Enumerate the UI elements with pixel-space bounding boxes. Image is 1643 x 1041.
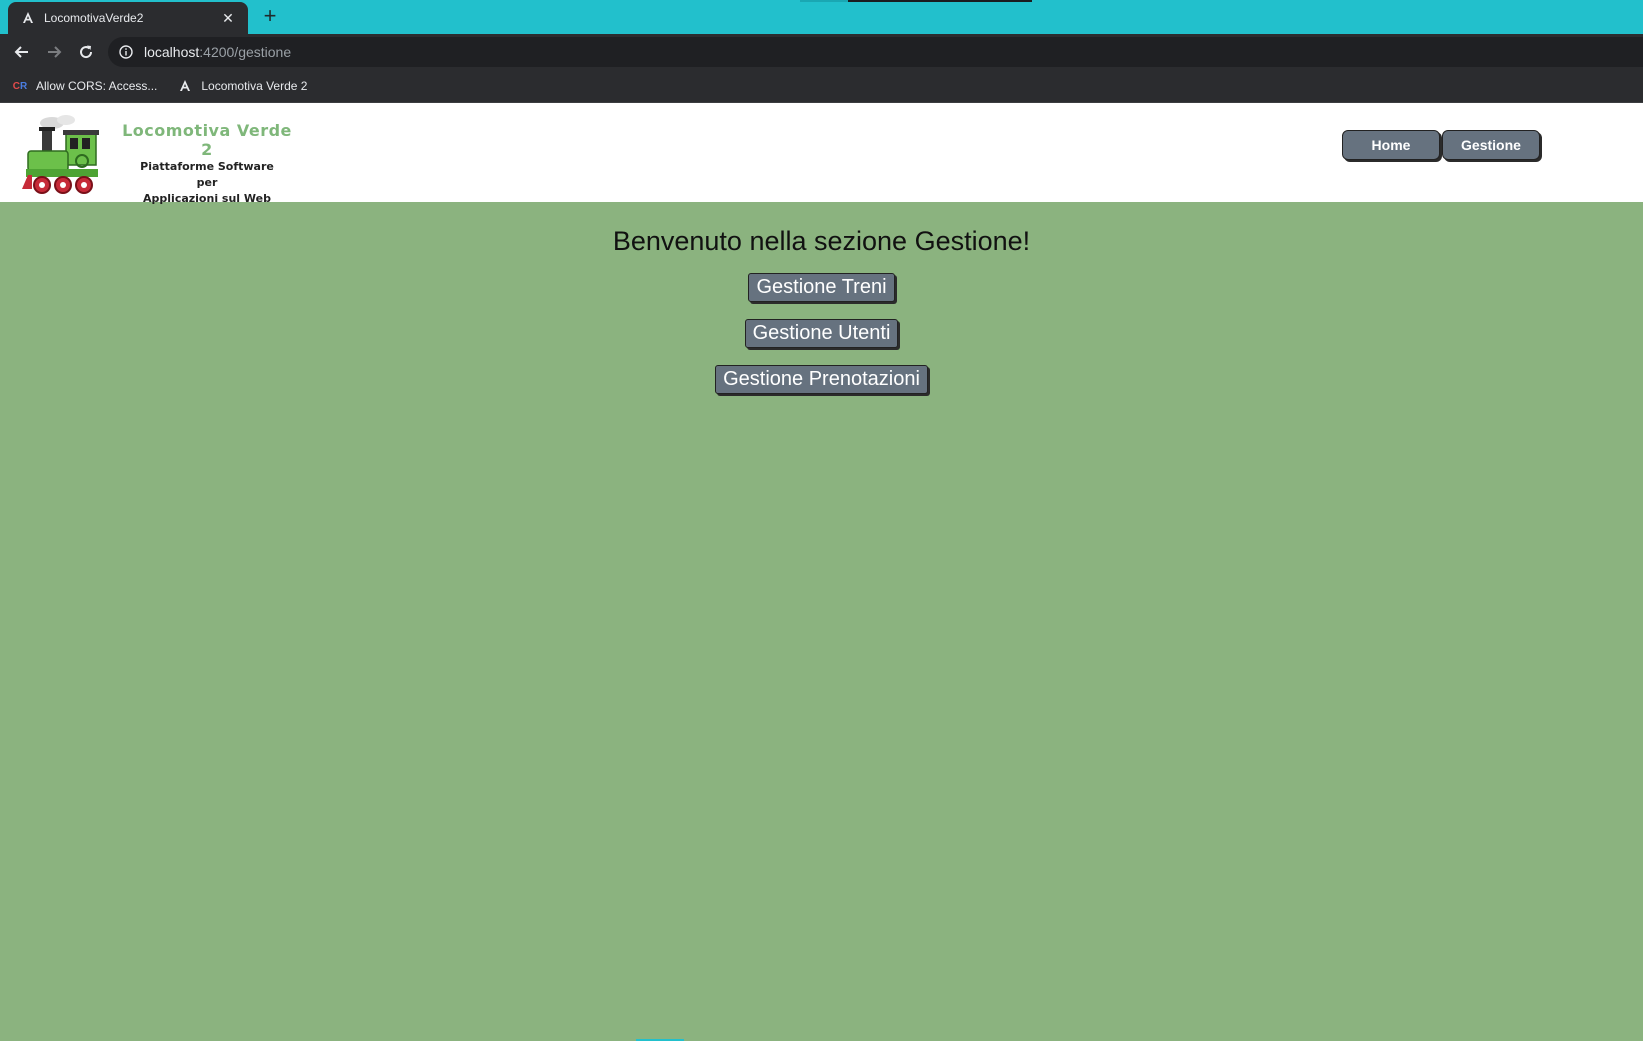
top-nav: Home Gestione [1342,130,1540,160]
logo-title: Locomotiva Verde 2 [122,121,292,159]
bookmark-allow-cors[interactable]: CR Allow CORS: Access... [12,78,158,94]
forward-button[interactable] [42,40,66,64]
tabstrip-accent [848,0,1032,2]
logo-subtitle-line2: per [196,176,218,189]
main-content: Benvenuto nella sezione Gestione! Gestio… [0,202,1643,394]
angular-icon [177,78,193,94]
forward-arrow-icon [48,46,62,58]
reload-button[interactable] [74,40,98,64]
gestione-prenotazioni-button[interactable]: Gestione Prenotazioni [715,365,928,394]
page-title: Benvenuto nella sezione Gestione! [612,226,1031,256]
gestione-utenti-button[interactable]: Gestione Utenti [744,319,899,348]
angular-icon [20,10,36,26]
address-bar[interactable]: localhost:4200/gestione [108,37,1643,67]
back-button[interactable] [10,40,34,64]
bookmarks-bar: CR Allow CORS: Access... Locomotiva Verd… [0,70,1643,103]
tab-title: LocomotivaVerde2 [44,11,144,25]
nav-home-button[interactable]: Home [1342,130,1440,160]
url-host: localhost [144,44,200,60]
logo: Locomotiva Verde 2 Piattaforme Software … [22,113,291,205]
gestione-treni-button[interactable]: Gestione Treni [748,273,895,302]
site-info-icon[interactable] [118,44,134,60]
app-header: Locomotiva Verde 2 Piattaforme Software … [0,103,1643,205]
bookmark-locomotiva[interactable]: Locomotiva Verde 2 [177,78,307,94]
nav-gestione-button[interactable]: Gestione [1442,130,1540,160]
close-tab-icon[interactable]: ✕ [218,10,238,27]
url-path: :4200/gestione [199,44,292,60]
browser-tabstrip: LocomotivaVerde2 ✕ + [0,0,1643,34]
browser-toolbar: localhost:4200/gestione [0,34,1643,70]
tabstrip-accent [800,0,848,2]
cors-extension-icon: CR [12,80,28,92]
bookmark-label: Allow CORS: Access... [36,79,158,93]
browser-tab-active[interactable]: LocomotivaVerde2 ✕ [8,2,248,34]
gestione-menu: Gestione Treni Gestione Utenti Gestione … [0,273,1643,394]
reload-icon [80,45,93,59]
new-tab-button[interactable]: + [258,4,282,28]
train-icon [22,115,99,194]
back-arrow-icon [14,46,28,58]
logo-subtitle-line1: Piattaforme Software [140,160,274,173]
bookmark-label: Locomotiva Verde 2 [201,79,308,93]
logo-text: Locomotiva Verde 2 Piattaforme Software … [122,121,292,207]
